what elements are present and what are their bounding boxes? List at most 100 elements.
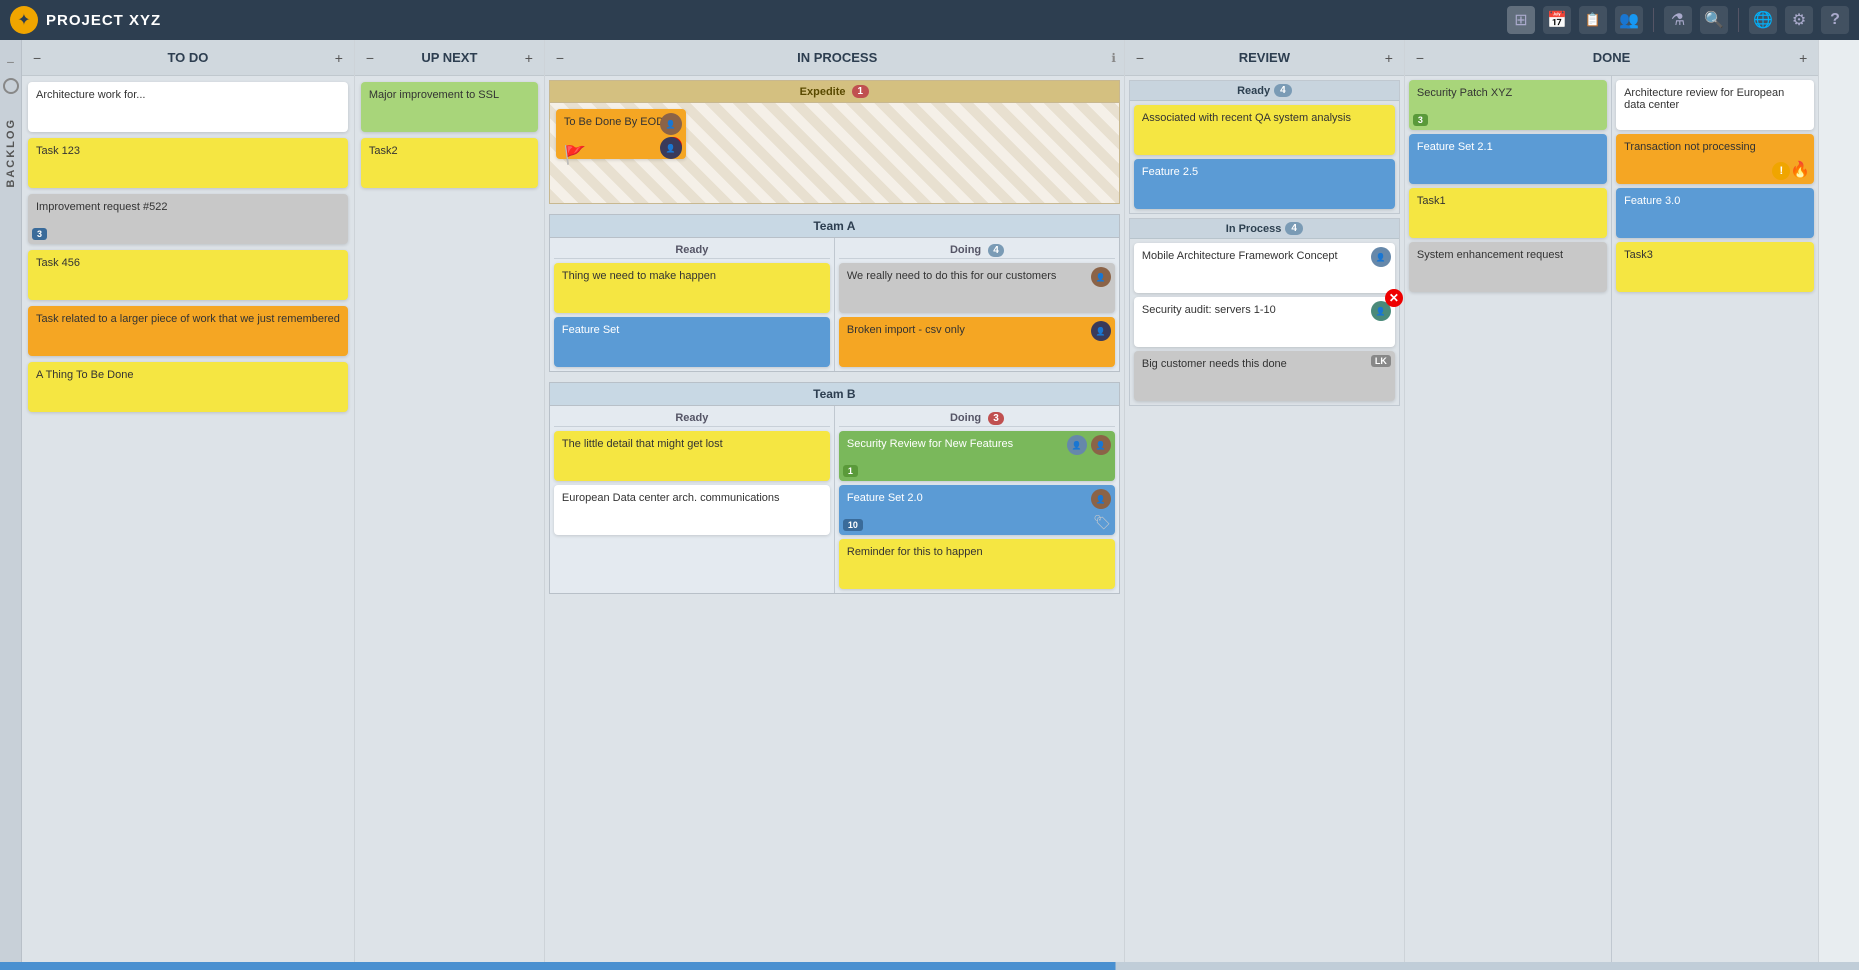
doing-avatar-2: 👤 — [1091, 321, 1111, 341]
review-inprocess-sublane: In Process 4 Mobile Architecture Framewo… — [1129, 218, 1400, 406]
inprocess-collapse-btn[interactable]: − — [553, 50, 567, 66]
column-todo: − TO DO + Architecture work for... Task … — [22, 40, 355, 970]
done-left: Security Patch XYZ 3 Feature Set 2.1 Tas… — [1405, 76, 1612, 970]
exclaim-icon: ! — [1772, 162, 1790, 180]
team-a-label: Team A — [813, 219, 855, 233]
team-b-doing-card-1[interactable]: Security Review for New Features 👤 👤 1 — [839, 431, 1115, 481]
done-card-1[interactable]: Security Patch XYZ 3 — [1409, 80, 1607, 130]
team-b-ready-card-1[interactable]: The little detail that might get lost — [554, 431, 830, 481]
inprocess-title: IN PROCESS — [567, 50, 1107, 65]
team-b-doing-header: Doing 3 — [839, 410, 1115, 427]
done-right: Architecture review for European data ce… — [1612, 76, 1818, 970]
expedite-header: Expedite 1 — [550, 81, 1119, 103]
todo-card-3[interactable]: Improvement request #522 3 — [28, 194, 348, 244]
team-b-doing-card-3[interactable]: Reminder for this to happen — [839, 539, 1115, 589]
done-card-7[interactable]: System enhancement request — [1409, 242, 1607, 292]
question-icon[interactable]: ? — [1821, 6, 1849, 34]
expedite-count: 1 — [852, 85, 870, 98]
todo-card-6[interactable]: A Thing To Be Done — [28, 362, 348, 412]
help-icon[interactable]: 🌐 — [1749, 6, 1777, 34]
doing-b-avatar-2: 👤 — [1091, 435, 1111, 455]
team-b-card-badge-2: 10 — [843, 519, 863, 531]
review-inprocess-card-1[interactable]: Mobile Architecture Framework Concept 👤 — [1134, 243, 1395, 293]
team-b-doing: Doing 3 Security Review for New Features… — [835, 406, 1119, 593]
upnext-title: UP NEXT — [377, 50, 522, 65]
upnext-add-btn[interactable]: + — [522, 50, 536, 66]
done-card-2[interactable]: Architecture review for European data ce… — [1616, 80, 1814, 130]
x-remove-icon[interactable]: ✕ — [1385, 289, 1403, 307]
team-a-doing-card-1[interactable]: We really need to do this for our custom… — [839, 263, 1115, 313]
todo-card-1[interactable]: Architecture work for... — [28, 82, 348, 132]
flag-icon: 🚩 — [564, 145, 586, 166]
done-card-8[interactable]: Task3 — [1616, 242, 1814, 292]
report-icon[interactable]: 📋 — [1579, 6, 1607, 34]
review-ready-count: 4 — [1274, 84, 1292, 97]
filter-icon[interactable]: ⚗ — [1664, 6, 1692, 34]
backlog-top-icon[interactable]: − — [6, 54, 14, 70]
calendar-icon[interactable]: 📅 — [1543, 6, 1571, 34]
header-left: ✦ PROJECT XYZ — [10, 6, 161, 34]
review-inprocess-card-2[interactable]: Security audit: servers 1-10 👤 ✕ — [1134, 297, 1395, 347]
team-b-ready-card-2[interactable]: European Data center arch. communication… — [554, 485, 830, 535]
done-badge-1: 3 — [1413, 114, 1428, 126]
done-card-4[interactable]: Transaction not processing 🔥 ! — [1616, 134, 1814, 184]
review-ready-card-1[interactable]: Associated with recent QA system analysi… — [1134, 105, 1395, 155]
team-a-doing-header: Doing 4 — [839, 242, 1115, 259]
review-ready-body: Associated with recent QA system analysi… — [1130, 101, 1399, 213]
todo-collapse-btn[interactable]: − — [30, 50, 44, 66]
review-inprocess-header: In Process 4 — [1130, 219, 1399, 239]
todo-card-2[interactable]: Task 123 — [28, 138, 348, 188]
expedite-label: Expedite — [800, 86, 846, 98]
team-a-body: Ready Thing we need to make happen Featu… — [550, 238, 1119, 371]
review-inprocess-body: Mobile Architecture Framework Concept 👤 … — [1130, 239, 1399, 405]
team-b-doing-card-2[interactable]: Feature Set 2.0 👤 10 🏷 — [839, 485, 1115, 535]
review-add-btn[interactable]: + — [1382, 50, 1396, 66]
review-ready-card-2[interactable]: Feature 2.5 — [1134, 159, 1395, 209]
review-body: Ready 4 Associated with recent QA system… — [1125, 76, 1404, 970]
people-icon[interactable]: 👥 — [1615, 6, 1643, 34]
todo-add-btn[interactable]: + — [332, 50, 346, 66]
app-logo: ✦ — [10, 6, 38, 34]
done-add-btn[interactable]: + — [1796, 50, 1810, 66]
grid-view-icon[interactable]: ⊞ — [1507, 6, 1535, 34]
review-inprocess-card-3[interactable]: Big customer needs this done LK — [1134, 351, 1395, 401]
inprocess-info-icon[interactable]: ℹ — [1111, 51, 1116, 65]
team-a-doing: Doing 4 We really need to do this for ou… — [835, 238, 1119, 371]
upnext-card-2[interactable]: Task2 — [361, 138, 538, 188]
backlog-label: BACKLOG — [5, 118, 17, 188]
expedite-body: To Be Done By EOD! 🚩 ! 👤 👤 — [550, 103, 1119, 203]
settings-icon[interactable]: ⚙ — [1785, 6, 1813, 34]
done-card-3[interactable]: Feature Set 2.1 — [1409, 134, 1607, 184]
upnext-header: − UP NEXT + — [355, 40, 544, 76]
team-a-header: Team A — [550, 215, 1119, 238]
backlog-circle-icon[interactable] — [3, 78, 19, 94]
team-a-ready-card-2[interactable]: Feature Set — [554, 317, 830, 367]
todo-body: Architecture work for... Task 123 Improv… — [22, 76, 354, 970]
review-collapse-btn[interactable]: − — [1133, 50, 1147, 66]
expedite-card[interactable]: To Be Done By EOD! 🚩 ! 👤 👤 — [556, 109, 686, 159]
card-badge-3: 3 — [32, 228, 47, 240]
done-card-6[interactable]: Feature 3.0 — [1616, 188, 1814, 238]
inprocess-body: Expedite 1 To Be Done By EOD! 🚩 ! 👤 👤 — [545, 76, 1124, 970]
inprocess-header: − IN PROCESS ℹ — [545, 40, 1124, 76]
done-card-5[interactable]: Task1 — [1409, 188, 1607, 238]
todo-card-4[interactable]: Task 456 — [28, 250, 348, 300]
search-icon[interactable]: 🔍 — [1700, 6, 1728, 34]
team-b-card-badge-1: 1 — [843, 465, 858, 477]
todo-card-5[interactable]: Task related to a larger piece of work t… — [28, 306, 348, 356]
review-ready-label: Ready — [1237, 85, 1270, 97]
tag-icon: 🏷 — [1093, 514, 1111, 531]
review-title: REVIEW — [1147, 50, 1382, 65]
team-a-swimlane: Team A Ready Thing we need to make happe… — [549, 214, 1120, 372]
column-done: − DONE + Security Patch XYZ 3 Feature Se… — [1405, 40, 1819, 970]
scroll-bar[interactable] — [0, 962, 1859, 970]
upnext-card-1[interactable]: Major improvement to SSL — [361, 82, 538, 132]
team-a-ready: Ready Thing we need to make happen Featu… — [550, 238, 835, 371]
upnext-collapse-btn[interactable]: − — [363, 50, 377, 66]
done-body: Security Patch XYZ 3 Feature Set 2.1 Tas… — [1405, 76, 1818, 970]
team-b-ready: Ready The little detail that might get l… — [550, 406, 835, 593]
done-collapse-btn[interactable]: − — [1413, 50, 1427, 66]
expedite-lane: Expedite 1 To Be Done By EOD! 🚩 ! 👤 👤 — [549, 80, 1120, 204]
team-a-ready-card-1[interactable]: Thing we need to make happen — [554, 263, 830, 313]
team-a-doing-card-2[interactable]: Broken import - csv only 👤 — [839, 317, 1115, 367]
